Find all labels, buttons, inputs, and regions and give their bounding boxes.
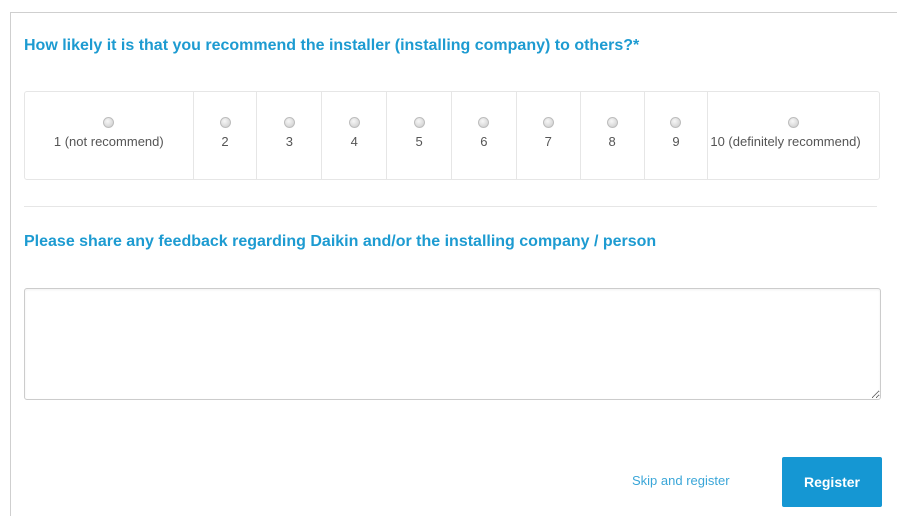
radio-button-2[interactable] [219, 117, 231, 128]
rating-label-9: 9 [672, 134, 680, 149]
rating-option-6[interactable]: 6 [452, 92, 517, 179]
radio-button-8[interactable] [606, 117, 618, 128]
register-button[interactable]: Register [782, 457, 882, 507]
rating-option-2[interactable]: 2 [194, 92, 258, 179]
rating-label-8: 8 [608, 134, 616, 149]
feedback-textarea[interactable] [24, 288, 881, 400]
rating-label-5: 5 [415, 134, 423, 149]
rating-option-4[interactable]: 4 [322, 92, 388, 179]
feedback-title: Please share any feedback regarding Daik… [24, 233, 657, 250]
rating-label-7: 7 [544, 134, 552, 149]
radio-button-10[interactable] [788, 117, 800, 128]
rating-label-6: 6 [480, 134, 488, 149]
radio-button-9[interactable] [670, 117, 682, 128]
rating-option-9[interactable]: 9 [645, 92, 709, 179]
radio-button-5[interactable] [413, 117, 425, 128]
radio-button-3[interactable] [283, 117, 295, 128]
rating-label-3: 3 [285, 134, 293, 149]
rating-option-10[interactable]: 10 (definitely recommend) [708, 92, 879, 179]
radio-button-1[interactable] [103, 117, 115, 128]
radio-button-7[interactable] [542, 117, 554, 128]
rating-option-1[interactable]: 1 (not recommend) [25, 92, 194, 179]
recommend-question-title: How likely it is that you recommend the … [24, 37, 640, 54]
rating-option-3[interactable]: 3 [257, 92, 323, 179]
rating-scale: 1 (not recommend) 2 3 4 5 6 7 8 9 10 (de… [24, 91, 880, 180]
skip-and-register-link[interactable]: Skip and register [632, 473, 730, 488]
radio-button-6[interactable] [478, 117, 490, 128]
rating-label-2: 2 [221, 134, 229, 149]
rating-label-10: 10 (definitely recommend) [710, 134, 861, 149]
rating-option-8[interactable]: 8 [581, 92, 645, 179]
form-frame [10, 12, 897, 516]
section-divider [24, 206, 877, 207]
rating-label-1: 1 (not recommend) [53, 134, 164, 149]
radio-button-4[interactable] [348, 117, 360, 128]
rating-label-4: 4 [350, 134, 358, 149]
rating-option-7[interactable]: 7 [517, 92, 581, 179]
rating-option-5[interactable]: 5 [387, 92, 452, 179]
